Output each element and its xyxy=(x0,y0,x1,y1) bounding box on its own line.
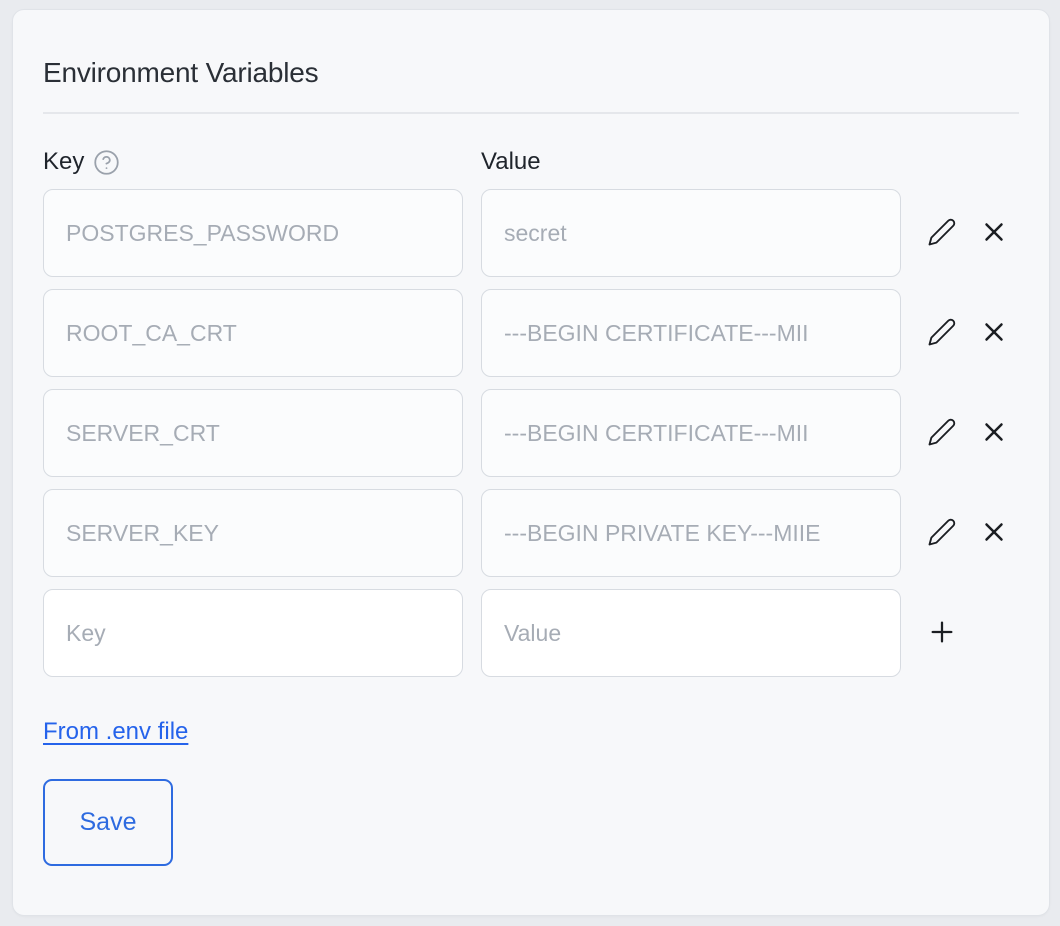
edit-button[interactable] xyxy=(923,314,961,352)
x-icon xyxy=(979,317,1009,350)
x-icon xyxy=(979,217,1009,250)
page-title: Environment Variables xyxy=(43,57,1019,89)
column-headers: Key Value xyxy=(43,147,1019,176)
env-value-input[interactable] xyxy=(481,289,901,377)
environment-variables-card: Environment Variables Key Value xyxy=(12,9,1050,916)
env-key-input[interactable] xyxy=(43,289,463,377)
edit-button[interactable] xyxy=(923,514,961,552)
add-button[interactable] xyxy=(923,614,961,652)
env-row xyxy=(43,389,1019,477)
edit-button[interactable] xyxy=(923,214,961,252)
new-key-input[interactable] xyxy=(43,589,463,677)
delete-button[interactable] xyxy=(975,314,1013,352)
env-value-input[interactable] xyxy=(481,489,901,577)
pencil-icon xyxy=(927,517,957,550)
edit-button[interactable] xyxy=(923,414,961,452)
new-value-input[interactable] xyxy=(481,589,901,677)
from-env-file-link[interactable]: From .env file xyxy=(43,718,188,745)
env-rows xyxy=(43,189,1019,677)
env-row xyxy=(43,289,1019,377)
delete-button[interactable] xyxy=(975,514,1013,552)
pencil-icon xyxy=(927,417,957,450)
value-column-label: Value xyxy=(481,148,901,176)
x-icon xyxy=(979,417,1009,450)
question-circle-icon[interactable] xyxy=(93,149,120,176)
row-actions xyxy=(919,489,1019,577)
row-actions xyxy=(919,289,1019,377)
row-actions xyxy=(919,589,1019,677)
x-icon xyxy=(979,517,1009,550)
save-button[interactable]: Save xyxy=(43,779,173,866)
env-key-input[interactable] xyxy=(43,189,463,277)
env-row xyxy=(43,189,1019,277)
delete-button[interactable] xyxy=(975,414,1013,452)
new-env-row xyxy=(43,589,1019,677)
plus-icon xyxy=(926,616,958,651)
key-column-label: Key xyxy=(43,147,463,176)
row-actions xyxy=(919,389,1019,477)
env-value-input[interactable] xyxy=(481,389,901,477)
divider xyxy=(43,112,1019,114)
delete-button[interactable] xyxy=(975,214,1013,252)
row-actions xyxy=(919,189,1019,277)
pencil-icon xyxy=(927,217,957,250)
env-key-input[interactable] xyxy=(43,389,463,477)
env-row xyxy=(43,489,1019,577)
pencil-icon xyxy=(927,317,957,350)
env-value-input[interactable] xyxy=(481,189,901,277)
env-key-input[interactable] xyxy=(43,489,463,577)
